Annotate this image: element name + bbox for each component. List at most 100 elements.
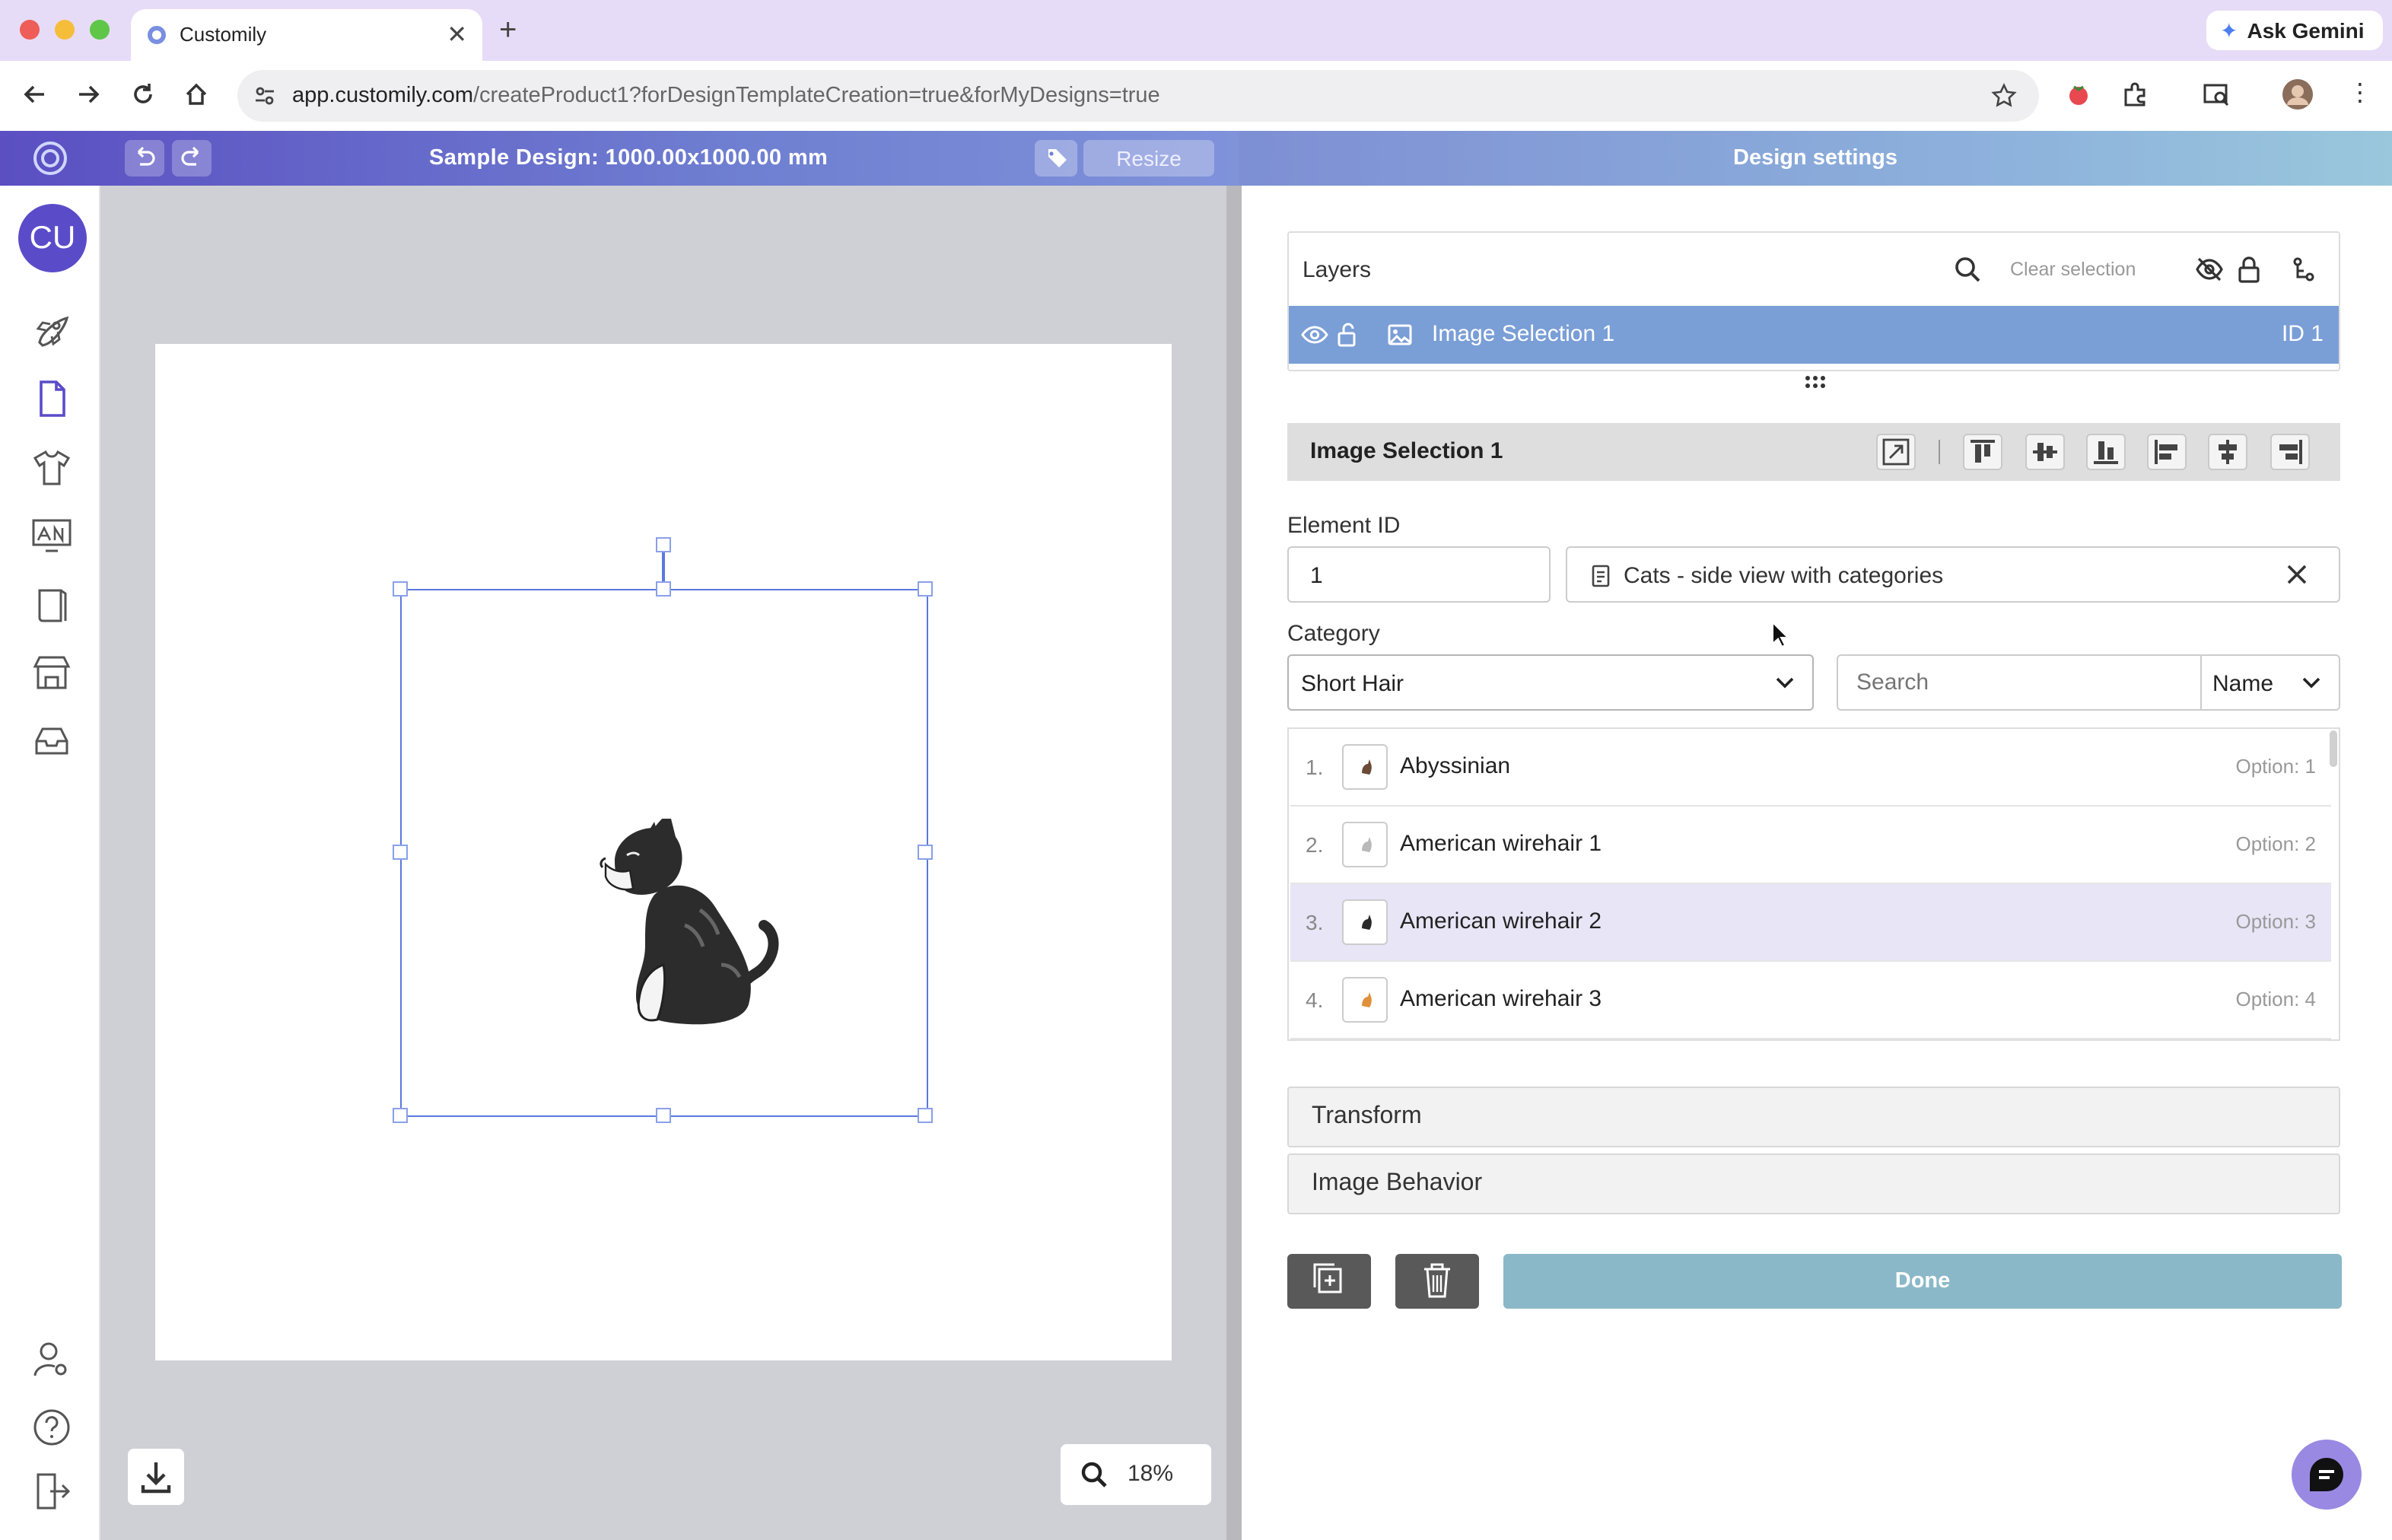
site-info-icon[interactable] [253,84,277,108]
options-search-group: Name [1837,654,2340,711]
resize-handle-right[interactable] [918,845,933,860]
back-arrow-icon[interactable] [21,81,49,108]
list-item[interactable]: 2. American wirehair 1 Option: 2 [1290,807,2331,884]
element-id-input[interactable]: 1 [1287,546,1551,603]
new-tab-icon[interactable]: + [499,14,517,49]
resize-handle-top-left[interactable] [393,581,408,597]
resize-handle-bottom-right[interactable] [918,1108,933,1123]
duplicate-button[interactable] [1287,1254,1371,1309]
store-icon[interactable] [30,651,73,694]
close-window-icon[interactable] [20,20,40,40]
option-name: American wirehair 1 [1400,831,1602,857]
align-center-button[interactable] [2208,434,2247,470]
category-value: Short Hair [1301,671,1404,697]
align-left-button[interactable] [2147,434,2187,470]
maximize-window-icon[interactable] [90,20,110,40]
redo-button[interactable] [172,140,212,177]
document-icon[interactable] [30,377,73,420]
lock-all-icon[interactable] [2237,254,2261,285]
browser-tab[interactable]: Customily ✕ [131,9,482,61]
resize-button[interactable]: Resize [1083,140,1214,177]
rocket-icon[interactable] [30,309,73,352]
image-library-selector[interactable]: Cats - side view with categories [1566,546,2340,603]
user-settings-icon[interactable] [30,1339,73,1382]
download-button[interactable] [128,1449,184,1505]
align-right-button[interactable] [2270,434,2310,470]
list-item[interactable]: 3. American wirehair 2 Option: 3 [1290,884,2331,962]
clear-library-close-icon[interactable] [2285,563,2308,586]
minimize-window-icon[interactable] [55,20,75,40]
sort-select[interactable]: Name [2202,656,2339,709]
book-icon[interactable] [30,583,73,625]
tab-close-icon[interactable]: ✕ [447,20,467,50]
extension-strawberry-icon[interactable] [2065,81,2092,108]
rotate-handle[interactable] [656,537,671,552]
undo-button[interactable] [125,140,164,177]
zoom-search-icon[interactable] [1080,1461,1108,1488]
resize-handle-bottom-left[interactable] [393,1108,408,1123]
layers-search-icon[interactable] [1954,256,1981,283]
category-select[interactable]: Short Hair [1287,654,1814,711]
align-top-button[interactable] [1963,434,2002,470]
resize-handle-left[interactable] [393,845,408,860]
resize-handle-top[interactable] [656,581,671,597]
chat-support-button[interactable] [2292,1440,2362,1510]
gemini-sparkle-icon: ✦ [2220,18,2238,42]
customily-logo-icon[interactable] [32,140,68,177]
logout-icon[interactable] [30,1470,73,1513]
tag-button[interactable] [1035,140,1077,177]
list-item[interactable]: 4. American wirehair 3 Option: 4 [1290,962,2331,1039]
resize-handle-top-right[interactable] [918,581,933,597]
user-avatar[interactable]: CU [18,204,87,272]
option-number: 1. [1306,755,1324,779]
layer-unlock-icon[interactable] [1338,321,1359,348]
image-behavior-section[interactable]: Image Behavior [1287,1153,2340,1214]
customily-favicon-icon [146,24,167,46]
delete-button[interactable] [1395,1254,1479,1309]
clear-selection-button[interactable]: Clear selection [2010,259,2136,280]
forward-arrow-icon[interactable] [75,81,102,108]
list-item[interactable]: 1. Abyssinian Option: 1 [1290,729,2331,807]
address-bar[interactable]: app.customily.com/createProduct1?forDesi… [237,70,2039,122]
transform-section[interactable]: Transform [1287,1087,2340,1147]
sort-value: Name [2212,671,2274,697]
layer-row[interactable]: Image Selection 1 ID 1 [1289,306,2339,364]
tab-title: Customily [180,23,267,46]
settings-title: Design settings [1733,146,1897,170]
bookmark-star-icon[interactable] [1990,82,2018,110]
library-name: Cats - side view with categories [1624,563,1944,589]
design-title: Sample Design: 1000.00x1000.00 mm [429,146,829,170]
url-text: app.customily.com/createProduct1?forDesi… [292,84,1160,108]
ask-gemini-button[interactable]: ✦ Ask Gemini [2206,11,2383,50]
done-button[interactable]: Done [1503,1254,2342,1309]
layer-visibility-eye-icon[interactable] [1301,323,1328,347]
image-behavior-label: Image Behavior [1312,1170,1483,1196]
panel-splitter[interactable] [1226,186,1242,1540]
option-number: 3. [1306,910,1324,934]
zoom-control[interactable]: 18% [1061,1444,1211,1505]
tab-search-icon[interactable] [2202,81,2232,108]
artwork-icon[interactable] [30,514,73,557]
profile-avatar-icon[interactable] [2282,79,2313,110]
options-scrollbar[interactable] [2330,730,2337,767]
extensions-puzzle-icon[interactable] [2121,81,2149,108]
inbox-icon[interactable] [30,720,73,762]
hide-all-eye-slash-icon[interactable] [2194,256,2225,283]
fit-to-canvas-button[interactable] [1876,434,1916,470]
options-search-input[interactable] [1838,656,2200,709]
drag-handle-grip-icon[interactable] [1803,374,1827,390]
layer-id: ID 1 [2281,321,2324,347]
browser-menu-icon[interactable]: ⋮ [2348,81,2372,107]
align-middle-button[interactable] [2025,434,2065,470]
resize-handle-bottom[interactable] [656,1108,671,1123]
option-index: Option: 4 [2235,988,2316,1010]
library-document-icon [1592,565,1610,587]
align-bottom-button[interactable] [2086,434,2126,470]
option-index: Option: 1 [2235,755,2316,778]
tshirt-icon[interactable] [30,446,73,488]
help-icon[interactable] [30,1406,73,1449]
reload-icon[interactable] [129,81,157,108]
layers-tree-icon[interactable] [2292,256,2316,283]
option-number: 4. [1306,988,1324,1012]
home-icon[interactable] [183,81,210,108]
